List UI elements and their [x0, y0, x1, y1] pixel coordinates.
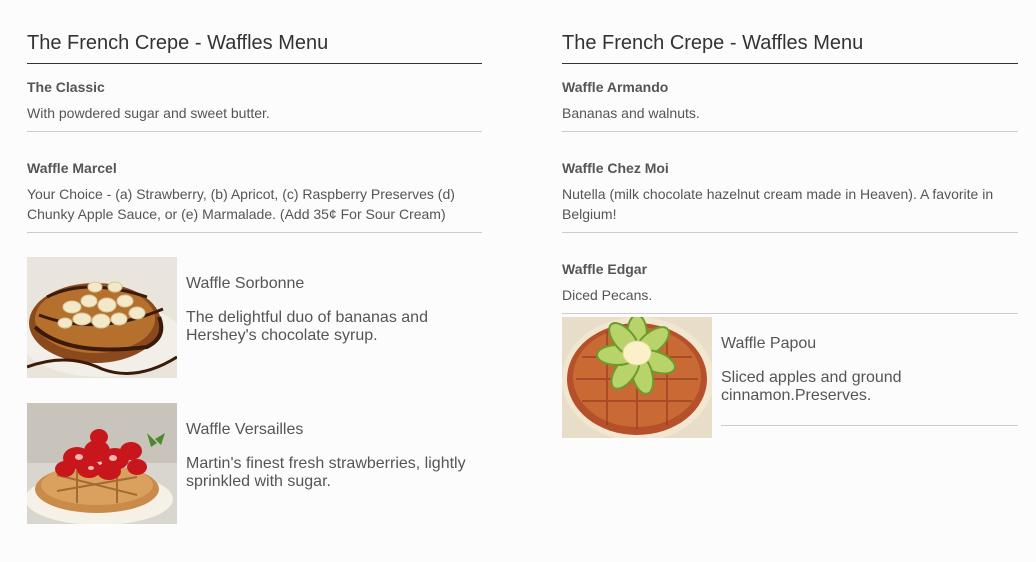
menu-item-description: The delightful duo of bananas and Hershe…	[186, 309, 428, 344]
menu-column-left: The French Crepe - Waffles Menu The Clas…	[27, 0, 482, 524]
menu-item-text: Waffle Sorbonne The delightful duo of ba…	[186, 257, 482, 361]
waffle-strawberry-photo	[27, 403, 177, 524]
menu-item: Waffle Armando Bananas and walnuts.	[562, 64, 1018, 132]
menu-item-text: Waffle Papou Sliced apples and ground ci…	[721, 317, 1018, 426]
menu-item-name: Waffle Marcel	[27, 160, 117, 176]
menu-item-text: Waffle Versailles Martin's finest fresh …	[186, 403, 482, 507]
menu-item-name: The Classic	[27, 79, 105, 95]
menu-title: The French Crepe - Waffles Menu	[562, 0, 1018, 64]
menu-item-description: Martin's finest fresh strawberries, ligh…	[186, 455, 466, 490]
menu-item-name: Waffle Sorbonne	[186, 275, 305, 292]
menu-title: The French Crepe - Waffles Menu	[27, 0, 482, 64]
waffle-apple-photo	[562, 317, 712, 438]
menu-item: Waffle Chez Moi Nutella (milk chocolate …	[562, 145, 1018, 233]
menu-item-name: Waffle Papou	[721, 335, 817, 352]
menu-item-with-image: Waffle Versailles Martin's finest fresh …	[27, 403, 482, 524]
menu-item: Waffle Edgar Diced Pecans.	[562, 246, 1018, 314]
menu-item-name: Waffle Armando	[562, 79, 669, 95]
menu-item-description: Bananas and walnuts.	[562, 105, 700, 121]
menu-item-with-image: Waffle Papou Sliced apples and ground ci…	[562, 317, 1018, 438]
menu-item-name: Waffle Chez Moi	[562, 160, 669, 176]
menu-item-description: Your Choice - (a) Strawberry, (b) Aprico…	[27, 186, 455, 222]
menu-item-description: Sliced apples and ground cinnamon.Preser…	[721, 369, 902, 404]
menu-item-name: Waffle Versailles	[186, 421, 304, 438]
menu-item-description: With powdered sugar and sweet butter.	[27, 105, 270, 121]
menu-item: Waffle Marcel Your Choice - (a) Strawber…	[27, 145, 482, 233]
menu-item-name: Waffle Edgar	[562, 261, 648, 277]
menu-item-description: Diced Pecans.	[562, 287, 653, 303]
menu-column-right: The French Crepe - Waffles Menu Waffle A…	[562, 0, 1018, 438]
menu-item-with-image: Waffle Sorbonne The delightful duo of ba…	[27, 257, 482, 378]
menu-item-description: Nutella (milk chocolate hazelnut cream m…	[562, 186, 994, 222]
menu-item: The Classic With powdered sugar and swee…	[27, 64, 482, 132]
waffle-banana-chocolate-photo	[27, 257, 177, 378]
